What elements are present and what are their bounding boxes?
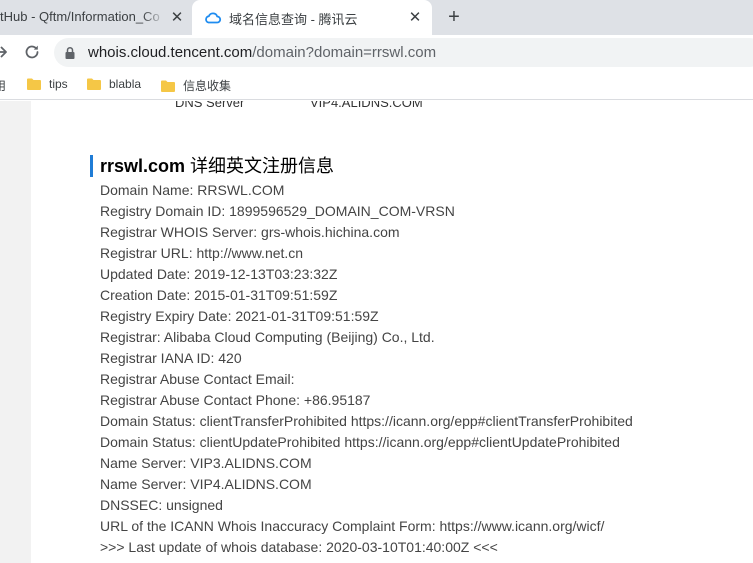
forward-arrow-icon[interactable] [0, 43, 10, 61]
folder-icon [27, 78, 41, 90]
whois-line: Name Server: VIP3.ALIDNS.COM [100, 455, 312, 471]
whois-line: URL of the ICANN Whois Inaccuracy Compla… [100, 518, 605, 534]
bookmarks-bar: 用 tips blabla 信息收集 [0, 70, 753, 100]
heading-domain: rrswl.com [100, 156, 186, 176]
close-tab-icon[interactable]: ✕ [406, 8, 424, 26]
whois-line: Domain Status: clientTransferProhibited … [100, 413, 633, 429]
address-bar[interactable]: whois.cloud.tencent.com/domain?domain=rr… [54, 38, 753, 67]
bookmark-folder-info-collection[interactable]: 信息收集 [161, 77, 231, 94]
whois-line: Registrar Abuse Contact Phone: +86.95187 [100, 392, 371, 408]
reload-icon[interactable] [23, 43, 41, 61]
whois-line: Domain Status: clientUpdateProhibited ht… [100, 434, 620, 450]
tab-github[interactable]: tHub - Qftm/Information_Co ✕ [0, 0, 192, 35]
dns-server-label: DNS Server [175, 101, 245, 110]
whois-line: Updated Date: 2019-12-13T03:23:32Z [100, 266, 338, 282]
dns-server-value: VIP4.ALIDNS.COM [310, 101, 423, 110]
whois-line: >>> Last update of whois database: 2020-… [100, 539, 498, 555]
bookmark-label: tips [49, 77, 68, 91]
new-tab-button[interactable]: + [444, 7, 464, 27]
whois-line: Domain Name: RRSWL.COM [100, 182, 285, 198]
bookmark-label: 信息收集 [183, 79, 232, 93]
url-host: whois.cloud.tencent.com [88, 44, 253, 61]
bookmark-folder-blabla[interactable]: blabla [87, 77, 141, 91]
whois-record: Domain Name: RRSWL.COM Registry Domain ID… [100, 180, 633, 558]
whois-line: Registrar URL: http://www.net.cn [100, 245, 304, 261]
whois-line: Registrar Abuse Contact Email: [100, 371, 295, 387]
tab-tencent-whois[interactable]: 域名信息查询 - 腾讯云 ✕ [192, 0, 432, 35]
folder-icon [161, 80, 175, 92]
heading-suffix: 详细英文注册信息 [185, 156, 335, 176]
whois-line: Registrar: Alibaba Cloud Computing (Beij… [100, 329, 435, 345]
folder-icon [87, 78, 101, 90]
tab-title: 域名信息查询 - 腾讯云 [229, 12, 358, 27]
tab-strip: tHub - Qftm/Information_Co ✕ 域名信息查询 - 腾讯… [0, 0, 753, 35]
whois-line: DNSSEC: unsigned [100, 497, 223, 513]
whois-line: Registry Domain ID: 1899596529_DOMAIN_CO… [100, 203, 455, 219]
url-text: whois.cloud.tencent.com/domain?domain=rr… [88, 44, 436, 61]
url-path: /domain?domain=rrswl.com [252, 44, 437, 61]
lock-icon[interactable] [64, 46, 76, 60]
left-gutter [0, 101, 31, 563]
whois-line: Registrar IANA ID: 420 [100, 350, 242, 366]
whois-line: Registry Expiry Date: 2021-01-31T09:51:5… [100, 308, 379, 324]
section-heading: rrswl.com 详细英文注册信息 [90, 155, 334, 177]
close-tab-icon[interactable]: ✕ [168, 8, 186, 26]
bookmark-label: blabla [109, 77, 142, 91]
tab-title: tHub - Qftm/Information_Co [0, 9, 166, 24]
cloud-favicon-icon [205, 12, 222, 24]
whois-line: Registrar WHOIS Server: grs-whois.hichin… [100, 224, 400, 240]
bookmark-folder-tips[interactable]: tips [27, 77, 68, 91]
page-content: DNS Server VIP4.ALIDNS.COM rrswl.com 详细英… [0, 101, 753, 563]
browser-toolbar: whois.cloud.tencent.com/domain?domain=rr… [0, 35, 753, 70]
whois-line: Creation Date: 2015-01-31T09:51:59Z [100, 287, 338, 303]
bookmark-label: 用 [0, 79, 7, 93]
whois-line: Name Server: VIP4.ALIDNS.COM [100, 476, 312, 492]
bookmark-apps[interactable]: 用 [0, 77, 6, 94]
